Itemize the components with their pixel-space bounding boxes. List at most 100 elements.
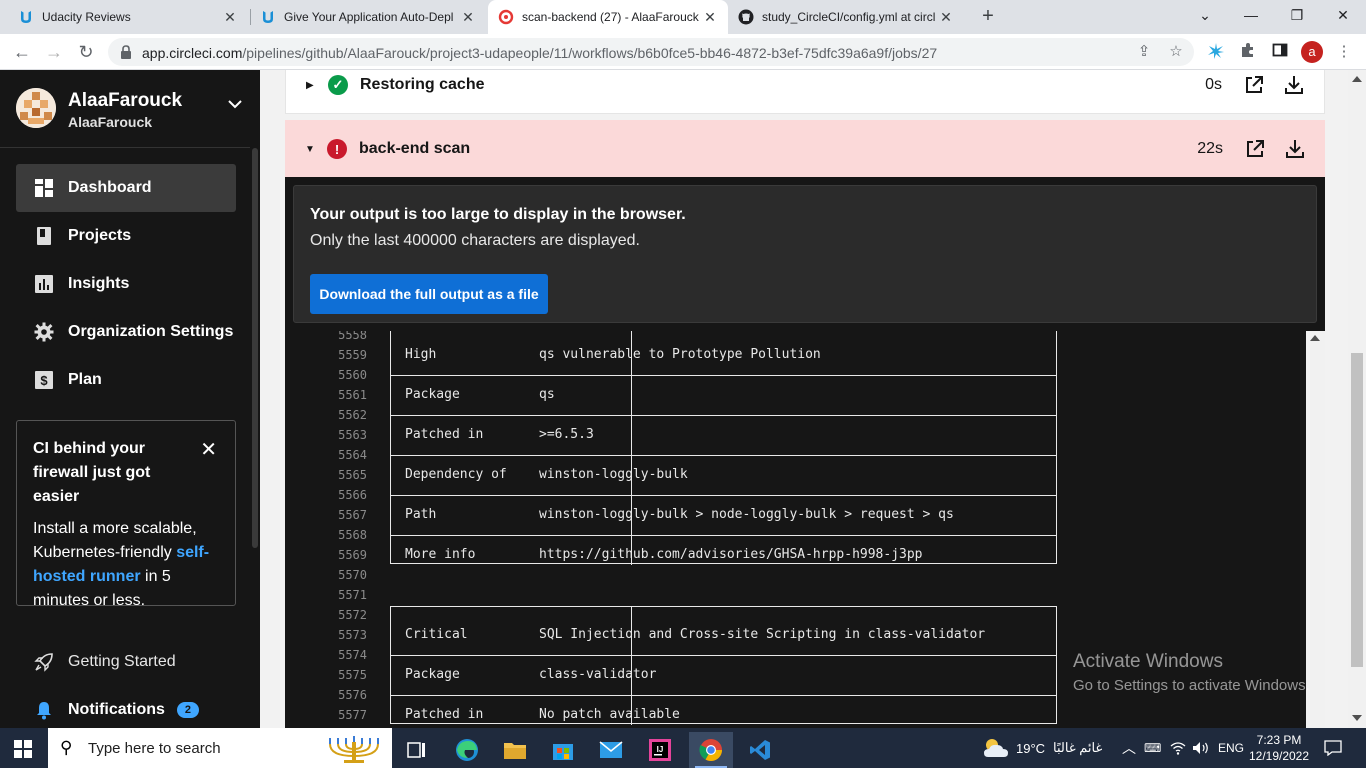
extension-icon[interactable]: [1206, 42, 1226, 62]
step-back-end-scan[interactable]: ▼ ! back-end scan 22s: [285, 120, 1325, 178]
task-view-icon[interactable]: [395, 732, 439, 768]
table-row-value: winston-loggly-bulk > node-loggly-bulk >…: [539, 507, 954, 522]
share-icon[interactable]: ⇪: [1134, 42, 1154, 62]
step-output: Your output is too large to display in t…: [285, 177, 1325, 728]
mail-icon[interactable]: [589, 732, 633, 768]
browser-tab-strip: Udacity Reviews ✕ Give Your Application …: [0, 0, 1366, 34]
language-indicator[interactable]: ENG: [1218, 728, 1244, 768]
table-row-divider: [390, 655, 1057, 656]
new-tab-button[interactable]: +: [976, 4, 1000, 28]
sidebar-divider: [0, 147, 250, 148]
lock-icon[interactable]: [120, 44, 132, 60]
notification-center-icon[interactable]: [1324, 728, 1342, 768]
file-explorer-icon[interactable]: [493, 732, 537, 768]
network-icon[interactable]: [1170, 728, 1186, 768]
sidebar-item-label: Plan: [68, 371, 102, 388]
scroll-down-icon[interactable]: [1352, 715, 1362, 721]
table-row-divider: [390, 415, 1057, 416]
insights-icon: [34, 274, 54, 294]
watermark-subtitle: Go to Settings to activate Windows.: [1073, 677, 1310, 694]
page-scrollbar[interactable]: [1348, 70, 1366, 728]
log-line-number: 5577: [338, 708, 367, 722]
reload-icon[interactable]: ↻: [74, 40, 98, 64]
puzzle-icon[interactable]: [1238, 42, 1258, 62]
sidebar-item-notifications[interactable]: Notifications 2: [16, 686, 236, 728]
keyboard-layout-icon[interactable]: ⌨: [1144, 728, 1161, 768]
window-close-icon[interactable]: ✕: [1320, 0, 1366, 30]
side-panel-icon[interactable]: [1270, 42, 1290, 62]
volume-icon[interactable]: [1192, 728, 1210, 768]
close-icon[interactable]: ✕: [702, 9, 718, 26]
windows-taskbar: ⚲ Type here to search IJ 19°C غائم غالبً…: [0, 728, 1366, 768]
close-icon[interactable]: ✕: [222, 9, 238, 26]
sidebar-item-label: Projects: [68, 227, 132, 244]
browser-tab[interactable]: Udacity Reviews ✕: [8, 0, 248, 34]
open-external-icon[interactable]: [1244, 75, 1264, 95]
jetbrains-icon[interactable]: IJ: [638, 732, 682, 768]
log-line-number: 5560: [338, 368, 367, 382]
menu-kebab-icon[interactable]: ⋮: [1334, 42, 1354, 62]
table-row-key: Package: [405, 667, 460, 682]
sidebar-item-organization-settings[interactable]: Organization Settings: [16, 308, 236, 356]
open-external-icon[interactable]: [1245, 139, 1265, 159]
step-restoring-cache[interactable]: ▶ ✓ Restoring cache 0s: [285, 70, 1325, 114]
vscode-icon[interactable]: [738, 732, 782, 768]
sidebar-scrollbar[interactable]: [252, 148, 258, 548]
sidebar-item-insights[interactable]: Insights: [16, 260, 236, 308]
close-icon[interactable]: ✕: [200, 437, 217, 462]
log-line-number: 5568: [338, 528, 367, 542]
sidebar-item-plan[interactable]: $ Plan: [16, 356, 236, 404]
tab-title: study_CircleCI/config.yml at circl: [762, 10, 936, 24]
tab-title: Udacity Reviews: [42, 10, 131, 24]
success-check-icon: ✓: [328, 75, 348, 95]
caret-right-icon[interactable]: ▶: [306, 80, 318, 91]
sidebar-item-dashboard[interactable]: Dashboard: [16, 164, 236, 212]
edge-icon[interactable]: [445, 732, 489, 768]
close-icon[interactable]: ✕: [938, 9, 954, 26]
profile-avatar[interactable]: a: [1301, 41, 1323, 63]
windows-start-icon[interactable]: [14, 740, 32, 758]
taskbar-search[interactable]: ⚲ Type here to search: [48, 728, 392, 768]
weather-widget[interactable]: 19°C غائم غالبًا: [982, 728, 1102, 768]
bookmark-star-icon[interactable]: ☆: [1166, 42, 1186, 62]
scroll-up-icon[interactable]: [1310, 335, 1320, 341]
browser-tab-active[interactable]: scan-backend (27) - AlaaFarouck ✕: [488, 0, 728, 34]
restore-icon[interactable]: ❐: [1274, 0, 1320, 30]
caret-down-icon[interactable]: ▼: [305, 144, 317, 155]
table-row-key: Path: [405, 507, 437, 522]
download-icon[interactable]: [1284, 75, 1304, 95]
sidebar-item-getting-started[interactable]: Getting Started: [16, 638, 236, 686]
log-line: 5571: [285, 585, 1305, 605]
chrome-icon[interactable]: [689, 732, 733, 768]
table-row-key: High: [405, 347, 437, 362]
error-exclamation-icon: !: [327, 139, 347, 159]
dashboard-icon: [34, 178, 54, 198]
circleci-icon: [498, 9, 514, 25]
step-name: back-end scan: [359, 140, 471, 157]
browser-tab[interactable]: study_CircleCI/config.yml at circl ✕: [728, 0, 964, 34]
close-icon[interactable]: ✕: [460, 9, 476, 26]
download-full-output-button[interactable]: Download the full output as a file: [310, 274, 548, 314]
scroll-up-icon[interactable]: [1352, 76, 1362, 82]
download-icon[interactable]: [1285, 139, 1305, 159]
browser-tab[interactable]: Give Your Application Auto-Depl ✕: [250, 0, 486, 34]
minimize-icon[interactable]: —: [1228, 0, 1274, 30]
chevron-down-icon[interactable]: [228, 96, 242, 114]
log-line: 5570: [285, 565, 1305, 585]
system-clock[interactable]: 7:23 PM 12/19/2022: [1244, 732, 1314, 764]
address-bar[interactable]: app.circleci.com/pipelines/github/AlaaFa…: [108, 38, 1194, 66]
forward-icon[interactable]: →: [42, 40, 66, 64]
github-icon: [738, 9, 754, 25]
clock-time: 7:23 PM: [1256, 733, 1302, 747]
back-icon[interactable]: ←: [10, 40, 34, 64]
sidebar-item-projects[interactable]: Projects: [16, 212, 236, 260]
org-switcher[interactable]: AlaaFarouck AlaaFarouck: [16, 88, 252, 132]
menorah-icon[interactable]: [326, 734, 382, 769]
sidebar: AlaaFarouck AlaaFarouck Dashboard Projec…: [0, 70, 260, 728]
sidebar-item-label: Getting Started: [68, 653, 176, 670]
microsoft-store-icon[interactable]: [541, 732, 585, 768]
tab-search-icon[interactable]: ⌄: [1182, 0, 1228, 30]
tray-overflow-icon[interactable]: ︿: [1122, 728, 1136, 768]
scrollbar-thumb[interactable]: [1351, 353, 1363, 667]
audit-table: [390, 606, 1057, 725]
